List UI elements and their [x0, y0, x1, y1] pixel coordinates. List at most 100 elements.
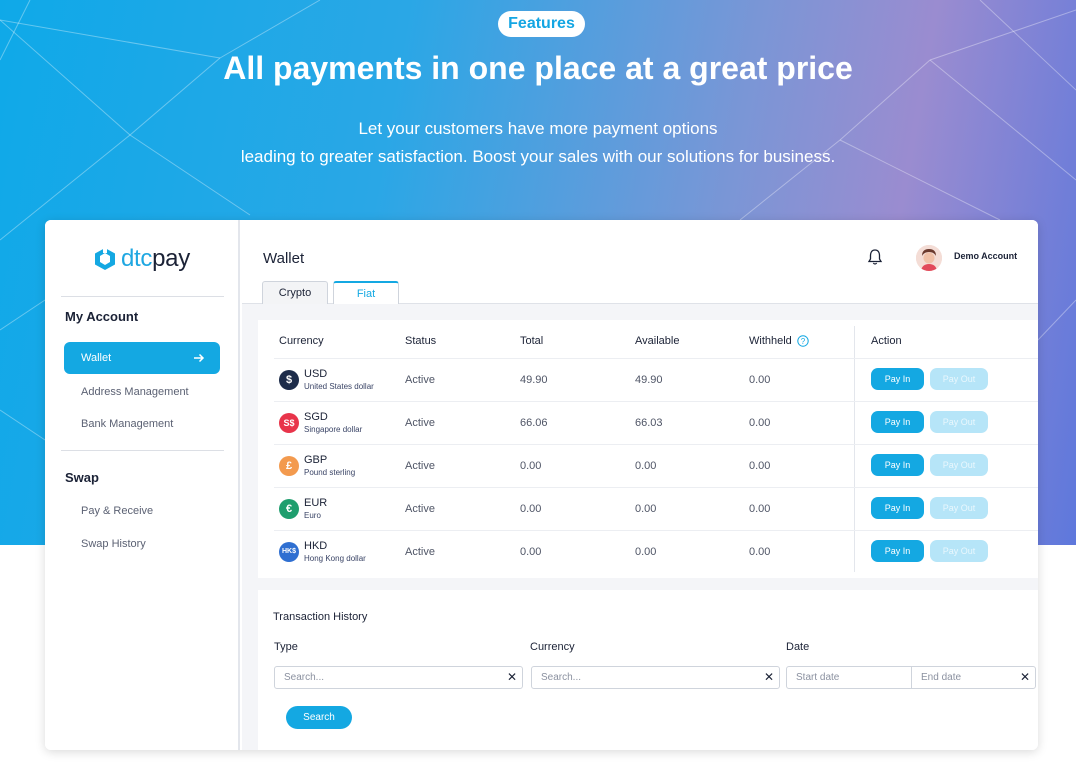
pay-in-button[interactable]: Pay In — [871, 540, 924, 562]
column-header-status: Status — [405, 335, 437, 347]
bell-icon[interactable] — [867, 248, 883, 266]
table-row: $ USD United States dollar Active 49.90 … — [258, 359, 1038, 402]
table-row: HK$ HKD Hong Kong dollar Active 0.00 0.0… — [258, 531, 1038, 574]
sgd-currency-icon: S$ — [279, 413, 299, 433]
pay-out-button[interactable]: Pay Out — [930, 368, 988, 390]
search-button[interactable]: Search — [286, 706, 352, 729]
currency-name: Singapore dollar — [304, 425, 363, 434]
clear-type-icon[interactable]: ✕ — [507, 670, 517, 684]
account-name[interactable]: Demo Account — [954, 251, 1017, 261]
total-cell: 0.00 — [520, 503, 542, 515]
currency-code: GBP — [304, 454, 328, 466]
tab-crypto[interactable]: Crypto — [262, 281, 328, 304]
available-cell: 66.03 — [635, 417, 663, 429]
app-window: dtcpay My Account Wallet Address Managem… — [45, 220, 1038, 750]
column-header-total: Total — [520, 335, 544, 347]
total-cell: 66.06 — [520, 417, 548, 429]
currency-code: SGD — [304, 411, 328, 423]
column-header-available: Available — [635, 335, 680, 347]
pay-in-button[interactable]: Pay In — [871, 454, 924, 476]
end-date-input[interactable]: End date ✕ — [911, 666, 1036, 689]
status-cell: Active — [405, 503, 435, 515]
type-search-placeholder: Search... — [284, 672, 325, 683]
end-date-placeholder: End date — [921, 672, 962, 683]
eur-currency-icon: € — [279, 499, 299, 519]
type-filter-label: Type — [274, 641, 298, 653]
status-cell: Active — [405, 546, 435, 558]
start-date-placeholder: Start date — [796, 672, 840, 683]
logo-wordmark: dtcpay — [121, 245, 190, 272]
currency-name: United States dollar — [304, 382, 374, 391]
date-filter-label: Date — [786, 641, 810, 653]
tab-fiat[interactable]: Fiat — [333, 281, 399, 304]
type-search-input[interactable]: Search... ✕ — [274, 666, 523, 689]
svg-text:?: ? — [801, 337, 806, 346]
sidebar-item-pay-receive[interactable]: Pay & Receive — [81, 505, 153, 517]
available-cell: 0.00 — [635, 546, 657, 558]
main-content: Wallet Demo Account Crypto Fiat Currency… — [242, 220, 1038, 750]
column-header-withheld: Withheld ? — [749, 335, 809, 347]
sidebar-item-address-management[interactable]: Address Management — [81, 386, 189, 398]
avatar-image — [916, 245, 942, 271]
withheld-cell: 0.00 — [749, 460, 771, 472]
pay-in-button[interactable]: Pay In — [871, 497, 924, 519]
available-cell: 0.00 — [635, 460, 657, 472]
page-title: Wallet — [263, 250, 305, 267]
hero-headline: All payments in one place at a great pri… — [223, 50, 853, 86]
sidebar-item-bank-management[interactable]: Bank Management — [81, 418, 173, 430]
dtcpay-logo-icon — [95, 247, 115, 270]
clear-date-icon[interactable]: ✕ — [1020, 670, 1030, 684]
hero-subline-2: leading to greater satisfaction. Boost y… — [240, 147, 836, 166]
currency-code: USD — [304, 368, 328, 380]
total-cell: 0.00 — [520, 460, 542, 472]
status-cell: Active — [405, 374, 435, 386]
header: Wallet Demo Account Crypto Fiat — [242, 220, 1038, 304]
currency-filter-label: Currency — [530, 641, 575, 653]
sidebar-item-wallet[interactable]: Wallet — [64, 342, 220, 374]
column-header-withheld-label: Withheld — [749, 335, 792, 347]
table-row: S$ SGD Singapore dollar Active 66.06 66.… — [258, 402, 1038, 445]
currency-code: HKD — [304, 540, 328, 552]
withheld-cell: 0.00 — [749, 374, 771, 386]
status-cell: Active — [405, 417, 435, 429]
currency-code: EUR — [304, 497, 328, 509]
pay-out-button[interactable]: Pay Out — [930, 454, 988, 476]
currency-name: Pound sterling — [304, 468, 356, 477]
table-row: £ GBP Pound sterling Active 0.00 0.00 0.… — [258, 445, 1038, 488]
pay-out-button[interactable]: Pay Out — [930, 540, 988, 562]
currency-name: Hong Kong dollar — [304, 554, 366, 563]
help-circle-icon[interactable]: ? — [797, 335, 809, 347]
transaction-history-title: Transaction History — [273, 611, 368, 623]
total-cell: 49.90 — [520, 374, 548, 386]
pay-out-button[interactable]: Pay Out — [930, 411, 988, 433]
features-badge: Features — [498, 11, 585, 37]
status-cell: Active — [405, 460, 435, 472]
logo[interactable]: dtcpay — [94, 245, 190, 273]
avatar[interactable] — [916, 245, 942, 271]
total-cell: 0.00 — [520, 546, 542, 558]
currency-table: Currency Status Total Available Withheld… — [258, 320, 1038, 578]
pay-in-button[interactable]: Pay In — [871, 411, 924, 433]
section-title-swap: Swap — [65, 470, 99, 485]
available-cell: 49.90 — [635, 374, 663, 386]
withheld-cell: 0.00 — [749, 546, 771, 558]
withheld-cell: 0.00 — [749, 417, 771, 429]
currency-search-input[interactable]: Search... ✕ — [531, 666, 780, 689]
sidebar-item-label: Wallet — [81, 352, 112, 364]
pay-out-button[interactable]: Pay Out — [930, 497, 988, 519]
clear-currency-icon[interactable]: ✕ — [764, 670, 774, 684]
table-row: € EUR Euro Active 0.00 0.00 0.00 Pay In … — [258, 488, 1038, 531]
hero-subline-1: Let your customers have more payment opt… — [358, 119, 718, 138]
withheld-cell: 0.00 — [749, 503, 771, 515]
section-title-my-account: My Account — [65, 309, 139, 324]
start-date-input[interactable]: Start date — [786, 666, 912, 689]
pay-in-button[interactable]: Pay In — [871, 368, 924, 390]
currency-name: Euro — [304, 511, 321, 520]
currency-search-placeholder: Search... — [541, 672, 582, 683]
hkd-currency-icon: HK$ — [279, 542, 299, 562]
sidebar-item-swap-history[interactable]: Swap History — [81, 538, 146, 550]
gbp-currency-icon: £ — [279, 456, 299, 476]
column-header-currency: Currency — [279, 335, 324, 347]
column-header-action: Action — [871, 335, 902, 347]
available-cell: 0.00 — [635, 503, 657, 515]
